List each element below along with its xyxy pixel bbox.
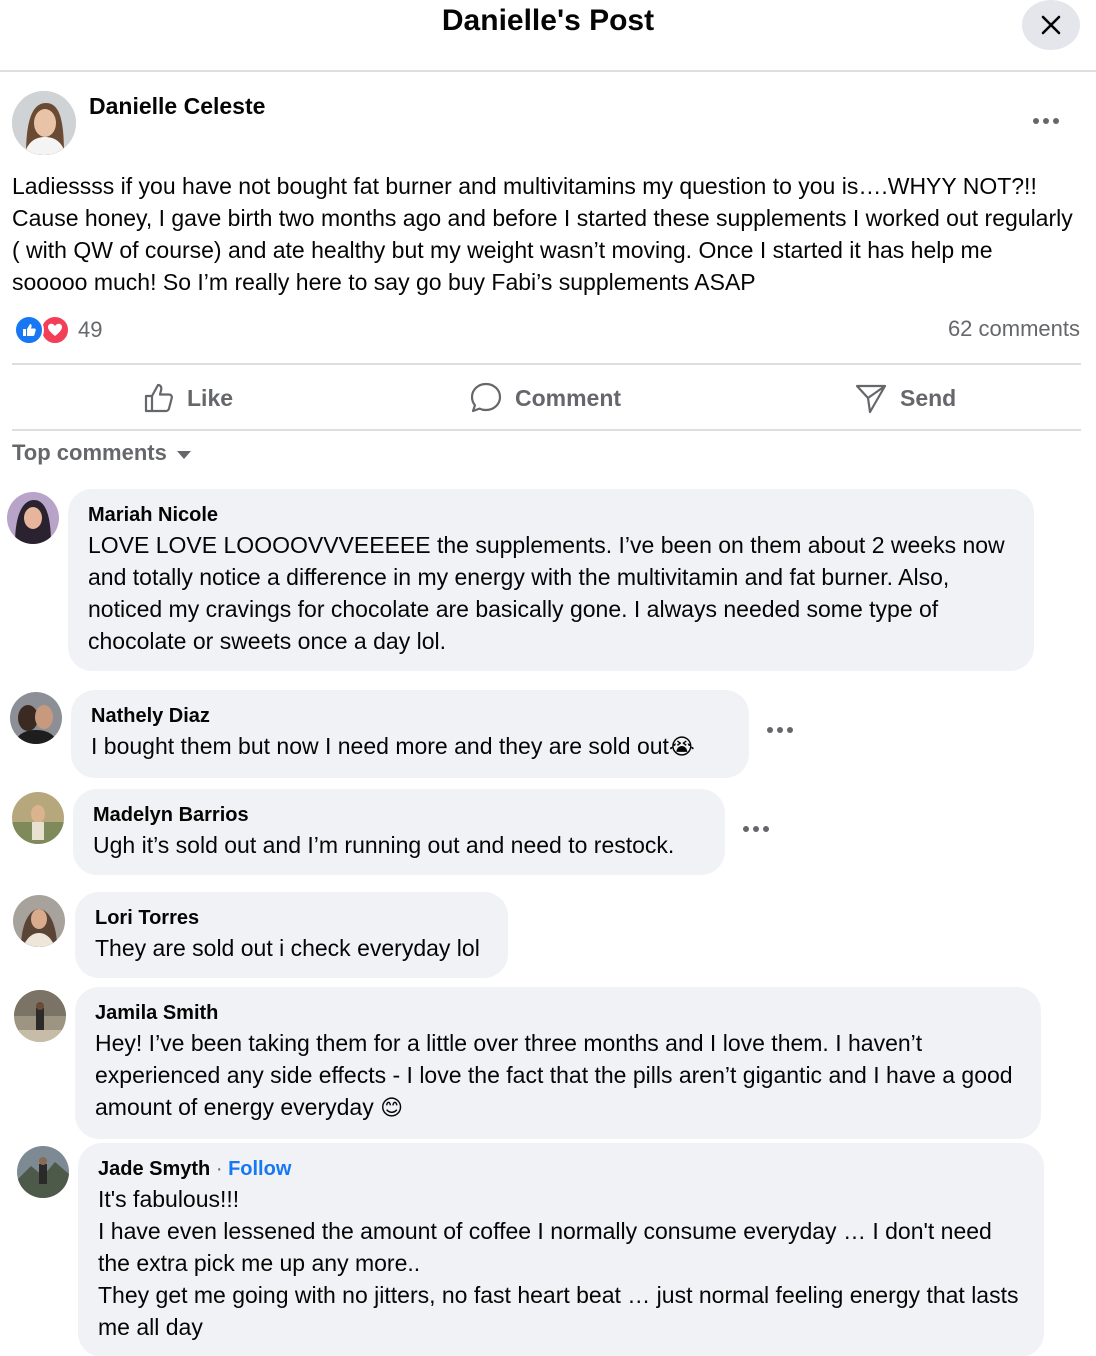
comment-text: They are sold out i check everyday lol [95,935,480,961]
comment-text-line: They get me going with no jitters, no fa… [98,1282,1019,1340]
more-icon [767,727,773,733]
post-dialog-header: Danielle's Post [0,0,1096,72]
close-button[interactable] [1022,0,1080,50]
comment-bubble: Jade Smyth · Follow It's fabulous!!! I h… [78,1143,1044,1356]
comment-bubble: Madelyn Barrios Ugh it’s sold out and I’… [73,789,725,875]
comment-text: Hey! I’ve been taking them for a little … [95,1030,1013,1120]
comment-more-options-button[interactable] [736,817,776,841]
thumbs-up-icon [144,383,173,413]
comment-sort-label: Top comments [12,440,167,465]
comment-text-line: It's fabulous!!! [98,1186,240,1212]
comment-label: Comment [515,384,622,411]
commenter-name[interactable]: Lori Torres [95,904,488,932]
like-label: Like [187,384,234,411]
comment-text-line: I have even lessened the amount of coffe… [98,1218,992,1276]
commenter-name[interactable]: Mariah Nicole [88,501,1014,529]
reactions-summary[interactable]: 49 [14,315,102,345]
like-reaction-icon [14,315,44,345]
comment-button[interactable]: Comment [469,378,621,418]
name-separator: · [215,1158,223,1180]
comment-text: Ugh it’s sold out and I’m running out an… [93,832,675,858]
more-icon [743,826,749,832]
send-icon [855,384,887,414]
love-reaction-icon [40,315,70,345]
commenter-name[interactable]: Nathely Diaz [91,702,729,730]
commenter-avatar[interactable] [7,492,59,544]
divider [12,429,1081,431]
chevron-down-icon [176,450,191,459]
comment-text: LOVE LOVE LOOOOVVVEEEEE the supplements.… [88,532,1005,654]
post-more-options-button[interactable] [1026,106,1066,136]
author-name[interactable]: Danielle Celeste [89,93,265,120]
divider [12,363,1081,365]
post-text: Ladiessss if you have not bought fat bur… [12,173,1073,295]
comment-bubble: Mariah Nicole LOVE LOVE LOOOOVVVEEEEE th… [68,489,1034,671]
send-button[interactable]: Send [854,378,956,418]
commenter-name[interactable]: Jamila Smith [95,999,1021,1027]
comment-text: I bought them but now I need more and th… [91,733,669,759]
commenter-avatar[interactable] [10,692,62,744]
comment-bubble: Lori Torres They are sold out i check ev… [75,892,508,978]
commenter-name[interactable]: Jade Smyth [98,1158,210,1180]
commenter-avatar[interactable] [14,990,66,1042]
commenter-avatar[interactable] [13,895,65,947]
like-button[interactable]: Like [143,378,233,418]
crying-emoji: 😭 [668,735,695,760]
commenter-avatar[interactable] [12,792,64,844]
comment-bubble: Jamila Smith Hey! I’ve been taking them … [75,987,1041,1139]
follow-button[interactable]: Follow [228,1158,291,1180]
reaction-count: 49 [78,317,103,342]
send-label: Send [900,384,957,411]
comments-count-link[interactable]: 62 comments [948,316,1080,342]
commenter-name[interactable]: Madelyn Barrios [93,801,705,829]
smiling-emoji: 😊 [380,1096,404,1121]
author-avatar[interactable] [12,91,76,155]
commenter-avatar[interactable] [17,1146,69,1198]
comment-sort-dropdown[interactable]: Top comments [12,440,191,466]
comment-bubble: Nathely Diaz I bought them but now I nee… [71,690,749,778]
comment-more-options-button[interactable] [760,718,800,742]
comment-bubble-icon [470,382,502,413]
dialog-title: Danielle's Post [441,4,655,37]
close-icon [1041,15,1061,35]
more-icon [1033,118,1039,124]
